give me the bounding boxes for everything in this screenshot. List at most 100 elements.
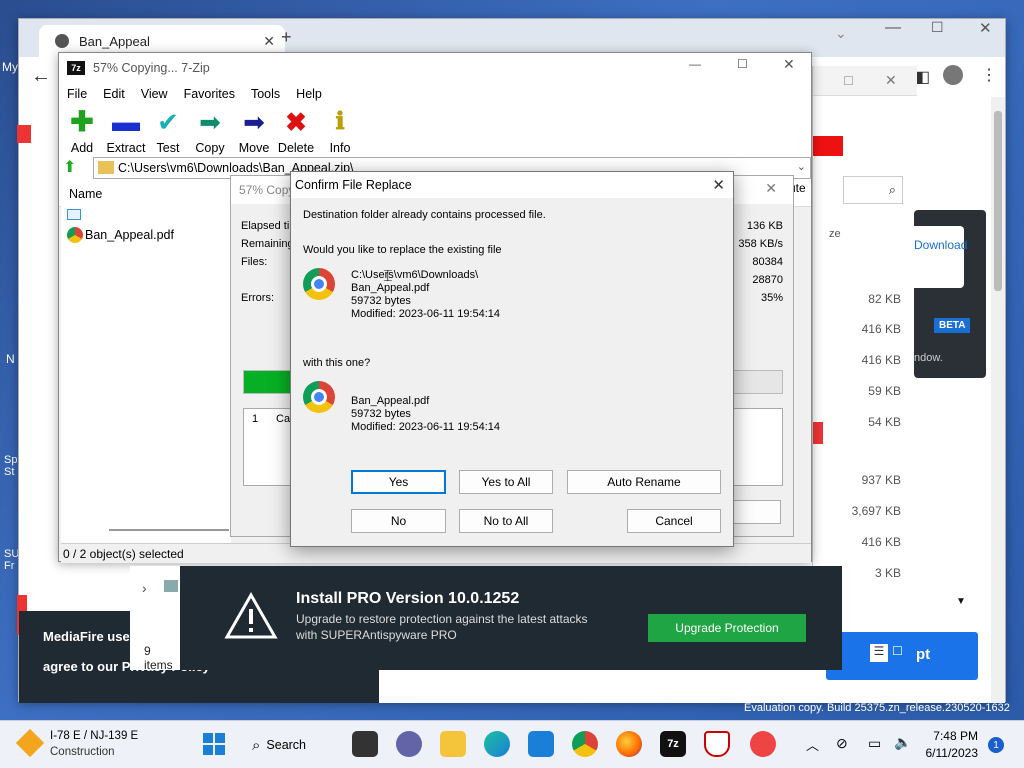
7zip-titlebar: 7z 57% Copying... 7-Zip — ☐ ✕: [59, 53, 811, 83]
copy-button[interactable]: ➡ Copy: [187, 109, 233, 155]
task-view-icon[interactable]: [352, 731, 378, 757]
close-icon[interactable]: ✕: [783, 56, 795, 73]
maximize-icon[interactable]: ☐: [843, 74, 854, 88]
info-button[interactable]: ℹ Info: [317, 109, 363, 156]
sidebar-strip: › 9 items: [130, 566, 180, 672]
chevron-down-icon[interactable]: ⌄: [797, 160, 806, 173]
file-size: 54 KB: [868, 415, 901, 429]
no-to-all-button[interactable]: No to All: [459, 509, 553, 533]
test-button[interactable]: ✔ Test: [145, 109, 191, 155]
maximize-icon[interactable]: ☐: [931, 19, 944, 36]
yes-to-all-button[interactable]: Yes to All: [459, 470, 553, 494]
sidebar-icon[interactable]: ◧: [915, 67, 930, 87]
chrome-icon: [67, 227, 83, 243]
list-view-icon[interactable]: ☰: [870, 644, 888, 662]
remaining-label: Remaining: [241, 238, 294, 250]
menu-item-edit[interactable]: Edit: [95, 87, 133, 101]
folder-up-icon[interactable]: [67, 209, 81, 220]
antispyware-icon[interactable]: [750, 731, 776, 757]
search-icon: ⌕: [252, 736, 261, 754]
maximize-icon[interactable]: ☐: [737, 57, 748, 71]
desktop-label: N: [6, 352, 15, 366]
close-icon[interactable]: ✕: [765, 180, 777, 197]
chevron-up-icon[interactable]: ︿: [806, 735, 819, 754]
close-icon[interactable]: ✕: [979, 19, 992, 37]
beta-badge: BETA: [934, 318, 971, 333]
cancel-button[interactable]: [727, 500, 781, 524]
yes-button[interactable]: Yes: [351, 470, 446, 494]
existing-modified: Modified: 2023-06-11 19:54:14: [351, 308, 501, 320]
extract-button[interactable]: ▬ Extract: [103, 108, 149, 156]
network-icon[interactable]: ⊘: [836, 735, 848, 752]
window-label: ndow.: [914, 352, 943, 364]
close-icon[interactable]: ✕: [712, 176, 725, 194]
store-icon[interactable]: [528, 731, 554, 757]
upgrade-protection-button[interactable]: Upgrade Protection: [648, 614, 806, 642]
copy-label: Copy: [195, 141, 225, 155]
cursor-icon: ⌶: [383, 268, 393, 285]
chrome-icon[interactable]: [572, 731, 598, 757]
window-title: 57% Copying... 7-Zip: [93, 61, 210, 75]
file-name[interactable]: Ban_Appeal.pdf: [85, 228, 174, 242]
delete-button[interactable]: ✖ Delete: [273, 109, 319, 155]
file-list: Name Ban_Appeal.pdf: [61, 181, 231, 543]
7zip-taskbar-icon[interactable]: 7z: [660, 731, 686, 757]
new-tab-icon[interactable]: +: [281, 27, 292, 48]
accept-button[interactable]: pt ☰ ☐: [826, 632, 978, 680]
minimize-icon[interactable]: —: [885, 19, 901, 37]
column-header-name[interactable]: Name: [69, 187, 102, 201]
firefox-icon[interactable]: [616, 731, 642, 757]
menu-item-tools[interactable]: Tools: [243, 87, 288, 101]
dropdown-arrow-icon[interactable]: ▼: [956, 596, 966, 607]
display-icon[interactable]: ▭: [868, 735, 881, 752]
tile-view-icon[interactable]: ☐: [892, 644, 903, 658]
progress-value: 358 KB/s: [738, 238, 783, 250]
scrollbar[interactable]: [991, 97, 1005, 703]
clock-date[interactable]: 6/11/2023: [912, 746, 979, 760]
close-icon[interactable]: ✕: [885, 72, 897, 89]
clock-time[interactable]: 7:48 PM: [918, 729, 978, 743]
add-button[interactable]: ✚ Add: [59, 108, 105, 156]
chevron-right-icon[interactable]: ›: [142, 580, 147, 596]
tab-list-icon[interactable]: ⌄: [835, 25, 847, 42]
menu-icon[interactable]: ⋮: [981, 65, 997, 85]
menu-item-favorites[interactable]: Favorites: [176, 87, 243, 101]
cancel-button[interactable]: Cancel: [627, 509, 721, 533]
browser-tab-title: Ban_Appeal: [79, 33, 150, 49]
delete-x-icon: ✖: [285, 107, 307, 137]
add-label: Add: [70, 141, 94, 155]
chat-icon[interactable]: [396, 731, 422, 757]
edge-icon[interactable]: [484, 731, 510, 757]
avatar[interactable]: [943, 65, 963, 85]
close-icon[interactable]: ✕: [263, 33, 275, 50]
search-button[interactable]: ⌕ Search: [252, 729, 332, 761]
copy-arrow-icon: ➡: [199, 107, 221, 137]
file-size: 416 KB: [861, 353, 901, 367]
notification-badge[interactable]: 1: [988, 737, 1004, 753]
menu-item-view[interactable]: View: [133, 87, 176, 101]
start-icon[interactable]: [203, 733, 225, 755]
no-button[interactable]: No: [351, 509, 446, 533]
confirm-replace-dialog: Confirm File Replace ✕ Destination folde…: [290, 171, 734, 547]
desktop-label: My: [2, 60, 18, 74]
up-folder-icon[interactable]: ⬆: [63, 157, 85, 179]
shield-icon[interactable]: [704, 731, 730, 757]
red-strip: [813, 136, 843, 156]
search-box[interactable]: ⌕: [843, 176, 903, 204]
file-size: 937 KB: [861, 473, 901, 487]
weather-line1[interactable]: I-78 E / NJ-139 E: [50, 730, 138, 742]
weather-line2[interactable]: Construction: [50, 746, 115, 758]
menu-item-help[interactable]: Help: [288, 87, 330, 101]
existing-name: Ban_Appeal.pdf: [351, 282, 430, 294]
volume-icon[interactable]: 🔈: [894, 734, 911, 751]
menu-item-file[interactable]: File: [59, 87, 95, 101]
download-card[interactable]: Download: [914, 226, 967, 288]
minimize-icon[interactable]: —: [689, 57, 701, 71]
file-explorer-icon[interactable]: [440, 731, 466, 757]
file-size: 59 KB: [868, 384, 901, 398]
scrollbar[interactable]: [109, 529, 229, 531]
back-arrow-icon[interactable]: ←: [31, 65, 51, 88]
desktop-label: Sp St: [4, 454, 18, 478]
move-button[interactable]: ➡ Move: [231, 109, 277, 155]
auto-rename-button[interactable]: Auto Rename: [567, 470, 721, 494]
